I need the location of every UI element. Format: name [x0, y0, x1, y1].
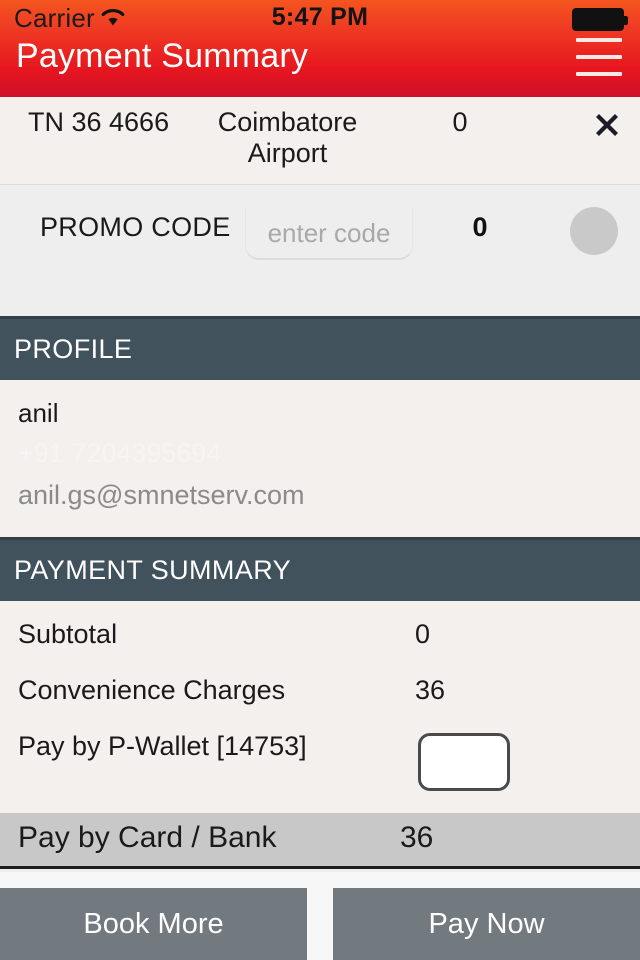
status-bar: Carrier 5:47 PM: [0, 0, 640, 34]
book-more-button[interactable]: Book More: [0, 888, 307, 960]
payment-summary-rows: Subtotal 0 Convenience Charges 36 Pay by…: [0, 601, 640, 813]
promo-apply-button[interactable]: [570, 207, 618, 255]
summary-row-label: Pay by P-Wallet [14753]: [18, 731, 307, 761]
total-label: Pay by Card / Bank: [18, 821, 277, 854]
pay-by-card-total-row: Pay by Card / Bank 36: [0, 813, 640, 869]
trip-vehicle-number: TN 36 4666: [28, 107, 170, 137]
promo-discount-amount: 0: [472, 212, 488, 242]
battery-full-icon: [572, 8, 628, 31]
payment-summary-screen: Carrier 5:47 PM Payment Summary TN 36 46…: [0, 0, 640, 960]
menu-bar-1: [576, 38, 622, 42]
profile-phone: +91 7204395694: [18, 438, 222, 468]
hamburger-menu-icon[interactable]: [576, 38, 622, 76]
trip-amount: 0: [452, 107, 468, 137]
page-title: Payment Summary: [16, 37, 309, 75]
total-value: 36: [400, 821, 434, 854]
payment-summary-section-header: PAYMENT SUMMARY: [0, 537, 640, 601]
pay-by-wallet-checkbox[interactable]: [418, 733, 510, 791]
summary-row-value: 36: [415, 675, 446, 705]
app-header: Carrier 5:47 PM Payment Summary: [0, 0, 640, 97]
summary-row-value: 0: [415, 619, 431, 649]
table-row: Pay by P-Wallet [14753]: [0, 731, 640, 787]
promo-code-row: PROMO CODE 0: [0, 186, 640, 300]
payment-summary-section-title: PAYMENT SUMMARY: [14, 555, 292, 585]
clock-label: 5:47 PM: [271, 3, 369, 31]
promo-code-label: PROMO CODE: [40, 212, 231, 242]
summary-row-label: Subtotal: [18, 619, 118, 649]
table-row: Subtotal 0: [0, 619, 640, 675]
menu-bar-2: [576, 55, 622, 59]
menu-bar-3: [576, 72, 622, 76]
trip-location: Coimbatore Airport: [217, 107, 358, 168]
close-x-icon[interactable]: [590, 108, 624, 142]
profile-section-header: PROFILE: [0, 316, 640, 380]
profile-name: anil: [18, 398, 59, 428]
profile-details: anil +91 7204395694 anil.gs@smnetserv.co…: [0, 380, 640, 537]
summary-row-label: Convenience Charges: [18, 675, 286, 705]
profile-email: anil.gs@smnetserv.com: [18, 480, 305, 510]
profile-section-title: PROFILE: [14, 334, 133, 364]
pay-now-button[interactable]: Pay Now: [333, 888, 640, 960]
promo-code-input[interactable]: [245, 208, 413, 260]
footer-actions: Book More Pay Now: [0, 872, 640, 960]
trip-row[interactable]: TN 36 4666 Coimbatore Airport 0: [0, 97, 640, 185]
table-row: Convenience Charges 36: [0, 675, 640, 731]
